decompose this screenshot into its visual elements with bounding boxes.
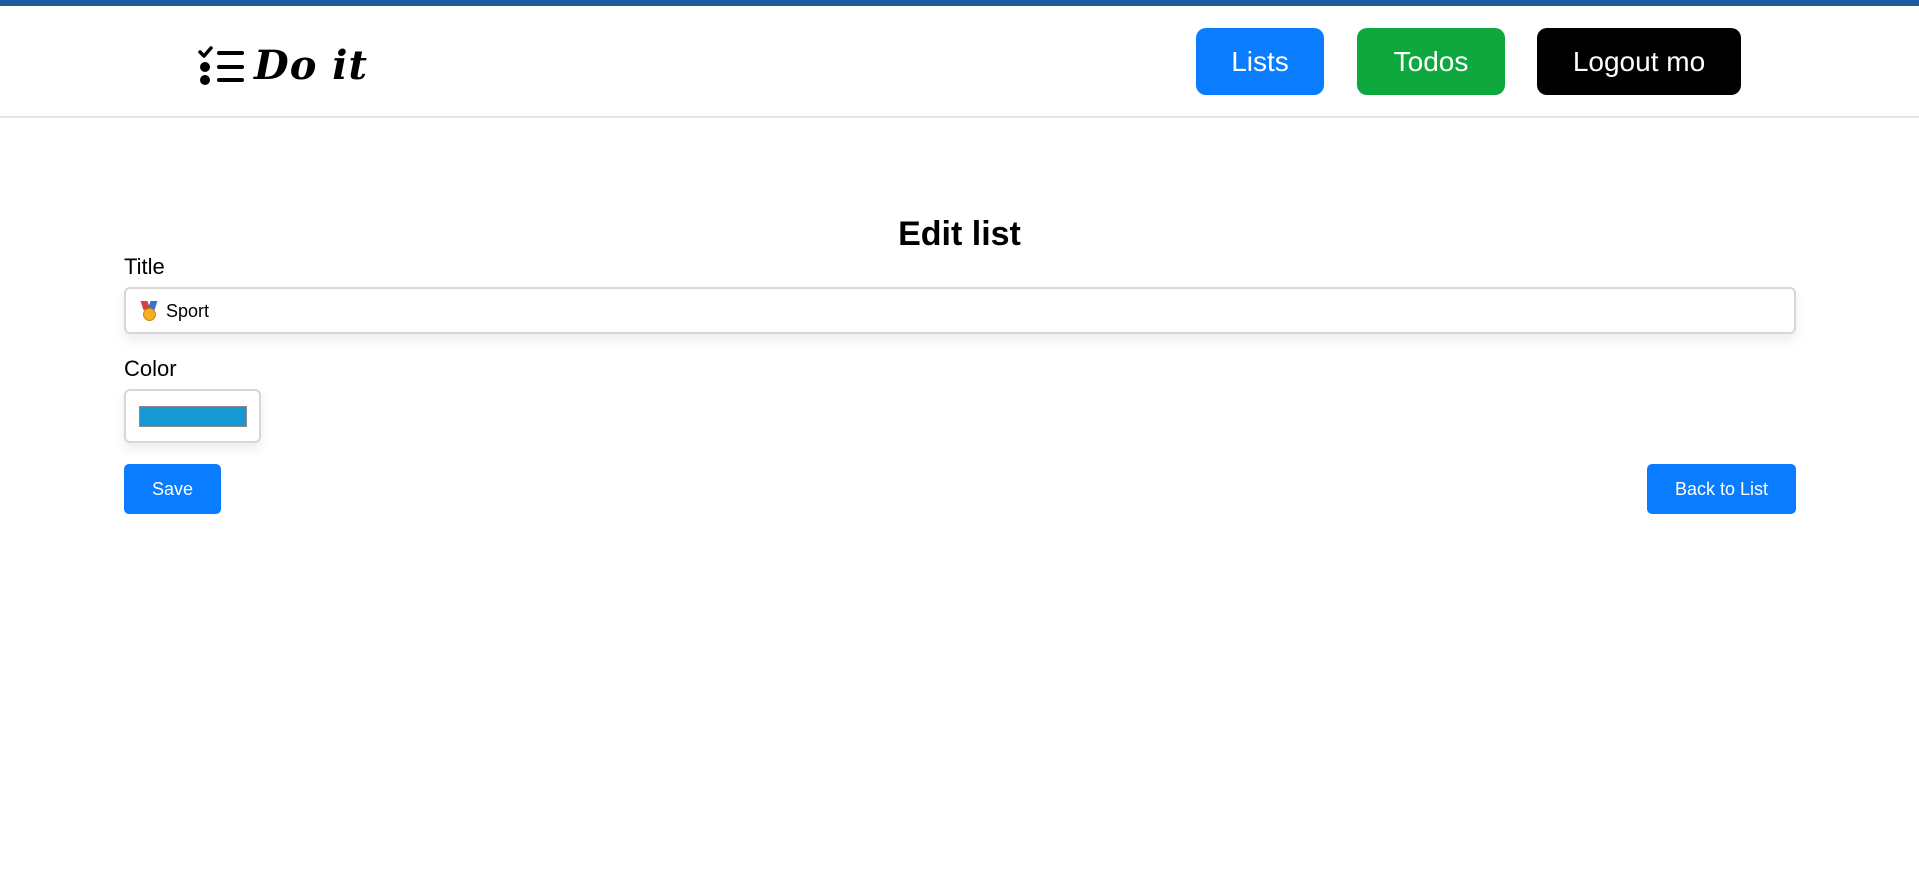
lists-button[interactable]: Lists: [1196, 28, 1324, 95]
navbar: Do it Lists Todos Logout mo: [0, 6, 1919, 118]
todos-button[interactable]: Todos: [1357, 28, 1505, 95]
title-input-value: Sport: [166, 300, 210, 321]
color-swatch: [139, 406, 247, 427]
color-picker[interactable]: [124, 389, 261, 443]
title-label: Title: [124, 254, 165, 279]
page-title: Edit list: [898, 215, 1021, 253]
medal-icon: [140, 300, 158, 321]
save-button[interactable]: Save: [124, 464, 221, 514]
brand-name: Do it: [254, 42, 368, 89]
title-input[interactable]: Sport: [124, 287, 1796, 334]
logout-button[interactable]: Logout mo: [1537, 28, 1741, 95]
color-label: Color: [124, 356, 177, 381]
back-to-list-button[interactable]: Back to List: [1647, 464, 1796, 514]
checklist-icon: [198, 46, 246, 86]
brand-logo[interactable]: Do it: [198, 42, 368, 90]
